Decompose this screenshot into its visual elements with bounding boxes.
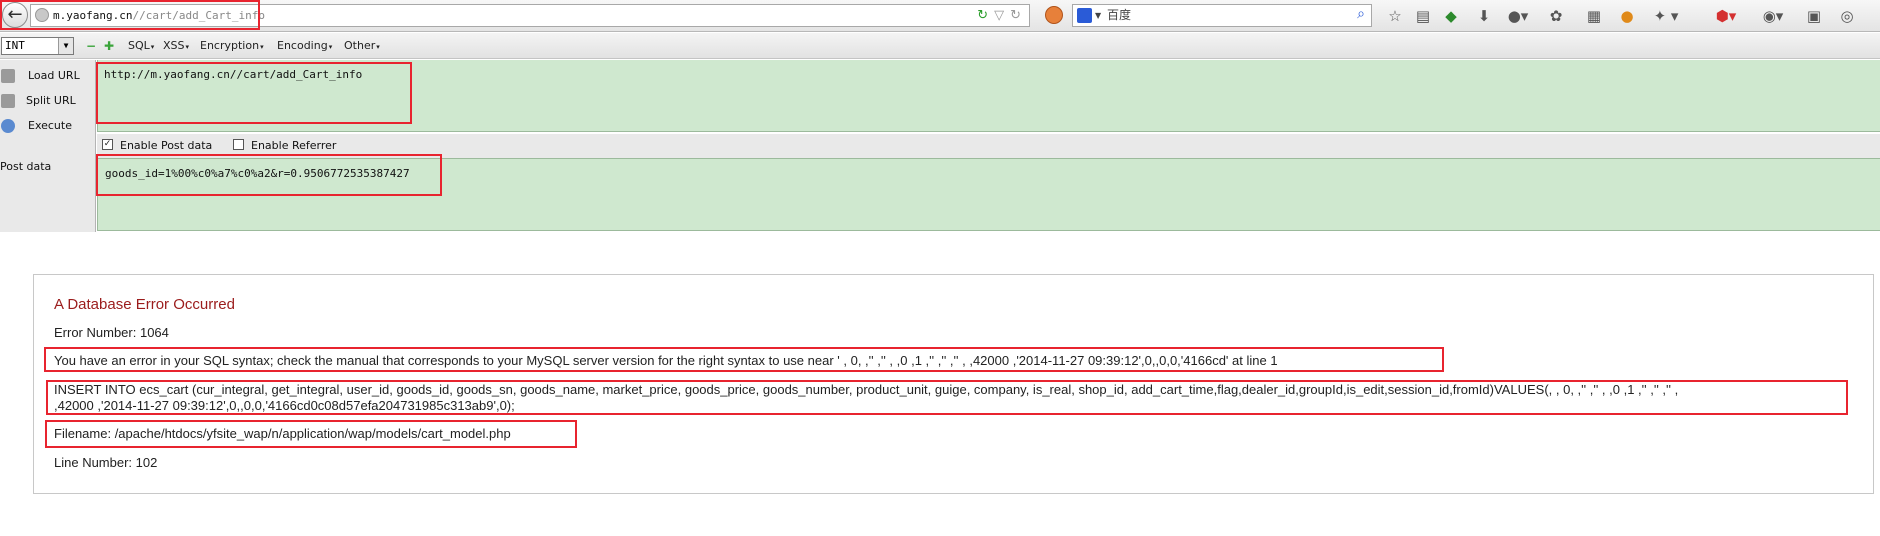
error-title: A Database Error Occurred [54,296,235,313]
hackbar-actions-panel: Load URL Split URL Execute Post data [0,60,96,232]
search-icon[interactable]: ⌕ [1357,4,1365,25]
search-placeholder: 百度 [1107,8,1132,22]
menu-sql[interactable]: SQL▾ [128,38,154,55]
reload-icon[interactable]: ↻ [1010,8,1021,23]
clipboard-icon[interactable]: ▤ [1412,5,1434,27]
shield-icon[interactable]: ◆ [1440,5,1462,27]
plus-icon[interactable]: ✚ [104,38,114,54]
error-query-line-1: INSERT INTO ecs_cart (cur_integral, get_… [54,382,1679,397]
error-message: You have an error in your SQL syntax; ch… [54,353,1278,368]
dropdown-icon[interactable]: ▽ [994,8,1004,23]
load-url-button[interactable]: Load URL [0,67,95,85]
firebug-icon[interactable]: ● [1616,5,1638,27]
tools-menu-icon[interactable]: ✦ ▾ [1648,5,1684,27]
palette-icon[interactable]: ✿ [1545,5,1567,27]
menu-circle-icon[interactable]: ◎ [1836,5,1858,27]
enable-post-checkbox[interactable]: ✓ [102,139,113,150]
address-text: m.yaofang.cn//cart/add_Cart_info [53,5,265,26]
post-toggles-row: ✓ Enable Post data Enable Referrer [97,134,1880,158]
error-line-number: Line Number: 102 [54,455,158,470]
menu-encoding[interactable]: Encoding▾ [277,38,332,55]
addon-menu-icon[interactable]: ●▾ [1503,5,1533,27]
grid-icon[interactable]: ▦ [1583,5,1605,27]
execute-label: Execute [28,119,72,132]
url-host: m.yaofang.cn [53,9,133,22]
error-number: Error Number: 1064 [54,325,169,340]
minus-icon[interactable]: − [86,38,96,54]
execute-play-icon [1,119,15,133]
enable-post-label: Enable Post data [120,139,213,152]
menu-sql-label: SQL [128,39,150,52]
chevron-down-icon[interactable]: ▼ [58,38,73,54]
window-icon[interactable]: ▣ [1803,5,1825,27]
address-bar-icons: ↻ ▽ ↻ [977,5,1021,26]
error-query-line-2: ,42000 ,'2014-11-27 09:39:12',0,,0,0,'41… [54,398,515,413]
split-url-icon [1,94,15,108]
split-url-label: Split URL [26,94,76,107]
error-filename: Filename: /apache/htdocs/yfsite_wap/n/ap… [54,426,511,441]
post-data-textarea[interactable]: goods_id=1%00%c0%a7%c0%a2&r=0.9506772535… [97,158,1880,231]
vpn-menu-icon[interactable]: ◉▾ [1757,5,1789,27]
split-url-button[interactable]: Split URL [0,92,95,110]
post-data-value: goods_id=1%00%c0%a7%c0%a2&r=0.9506772535… [105,167,410,180]
database-error-panel: A Database Error Occurred Error Number: … [33,274,1874,494]
green-g-icon[interactable]: ↻ [977,8,988,23]
search-box[interactable]: ▼ 百度 ⌕ [1072,4,1372,27]
chevron-down-icon[interactable]: ▼ [1095,5,1101,26]
url-textarea[interactable]: http://m.yaofang.cn//cart/add_Cart_info [97,60,1880,132]
enable-referrer-checkbox[interactable] [233,139,244,150]
globe-icon [35,8,49,22]
menu-encryption[interactable]: Encryption▾ [200,38,264,55]
stop-icon[interactable] [1045,6,1063,24]
url-path: //cart/add_Cart_info [132,9,265,22]
menu-encryption-label: Encryption [200,39,260,52]
menu-xss-label: XSS [163,39,185,52]
download-arrow-icon[interactable]: ⬇ [1473,5,1495,27]
menu-other-label: Other [344,39,376,52]
load-url-label: Load URL [28,69,80,82]
execute-button[interactable]: Execute [0,117,95,135]
type-select[interactable]: INT ▼ [1,37,74,55]
load-url-icon [1,69,15,83]
type-select-value: INT [5,39,25,52]
menu-encoding-label: Encoding [277,39,328,52]
enable-referrer-label: Enable Referrer [251,139,337,152]
back-arrow-icon[interactable]: ← [2,2,28,28]
search-engine-icon[interactable] [1077,8,1092,23]
adblock-icon[interactable]: ⬢▾ [1710,5,1742,27]
hackbar-toolbar: INT ▼ − ✚ SQL▾ XSS▾ Encryption▾ Encoding… [0,33,1880,59]
menu-other[interactable]: Other▾ [344,38,380,55]
url-textarea-value: http://m.yaofang.cn//cart/add_Cart_info [104,68,363,81]
menu-xss[interactable]: XSS▾ [163,38,189,55]
post-data-label: Post data [0,160,52,173]
address-bar[interactable]: m.yaofang.cn//cart/add_Cart_info ↻ ▽ ↻ [30,4,1030,27]
bookmark-star-icon[interactable]: ☆ [1384,5,1406,27]
browser-navbar: ← m.yaofang.cn//cart/add_Cart_info ↻ ▽ ↻ ▼… [0,0,1880,32]
